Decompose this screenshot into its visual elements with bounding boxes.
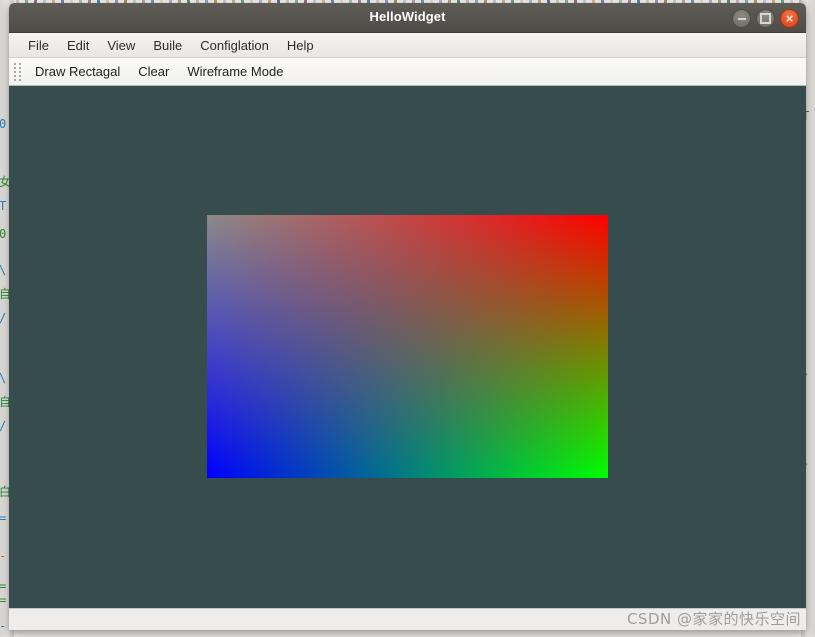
menu-item-file[interactable]: File — [19, 36, 58, 55]
window-controls — [732, 9, 799, 28]
close-button-icon[interactable] — [780, 9, 799, 28]
backdrop-glyph: 0 — [0, 117, 7, 131]
menu-item-view[interactable]: View — [98, 36, 144, 55]
window-title: HelloWidget — [369, 9, 446, 24]
backdrop-glyph: - — [0, 550, 6, 562]
maximize-button-icon[interactable] — [756, 9, 775, 28]
backdrop-glyph: / — [0, 312, 6, 324]
menu-item-help[interactable]: Help — [278, 36, 323, 55]
backdrop-glyph: T — [0, 199, 7, 213]
minimize-button-icon[interactable] — [732, 9, 751, 28]
backdrop-glyph: - — [0, 620, 6, 632]
gradient-rectangle-canvas — [207, 215, 608, 478]
gradient-rectangle — [207, 215, 608, 478]
menu-item-configuration[interactable]: Configlation — [191, 36, 278, 55]
menu-item-edit[interactable]: Edit — [58, 36, 98, 55]
draw-rectangle-button[interactable]: Draw Rectagal — [26, 61, 129, 82]
backdrop-glyph: / — [0, 420, 6, 432]
status-bar — [9, 608, 806, 630]
backdrop-glyph: \ — [0, 372, 6, 384]
toolbar-drag-grip-icon[interactable] — [13, 62, 22, 82]
menu-bar: File Edit View Buile Configlation Help — [9, 33, 806, 58]
backdrop-glyph: = — [0, 579, 7, 593]
gl-render-canvas[interactable] — [9, 86, 806, 608]
backdrop-glyph: = — [0, 511, 7, 525]
backdrop-glyph: \ — [0, 264, 6, 276]
clear-button[interactable]: Clear — [129, 61, 178, 82]
wireframe-mode-button[interactable]: Wireframe Mode — [178, 61, 292, 82]
application-window: HelloWidget File Edit View Buile Configl… — [9, 3, 806, 630]
backdrop-glyph: 0 — [0, 227, 7, 241]
screen-root: 0女T0\自/\自/白=-==- T›› HelloWidget File Ed… — [0, 0, 815, 637]
menu-item-build[interactable]: Buile — [144, 36, 191, 55]
tool-bar: Draw Rectagal Clear Wireframe Mode — [9, 58, 806, 86]
title-bar[interactable]: HelloWidget — [9, 3, 806, 33]
backdrop-glyph: = — [0, 593, 7, 607]
